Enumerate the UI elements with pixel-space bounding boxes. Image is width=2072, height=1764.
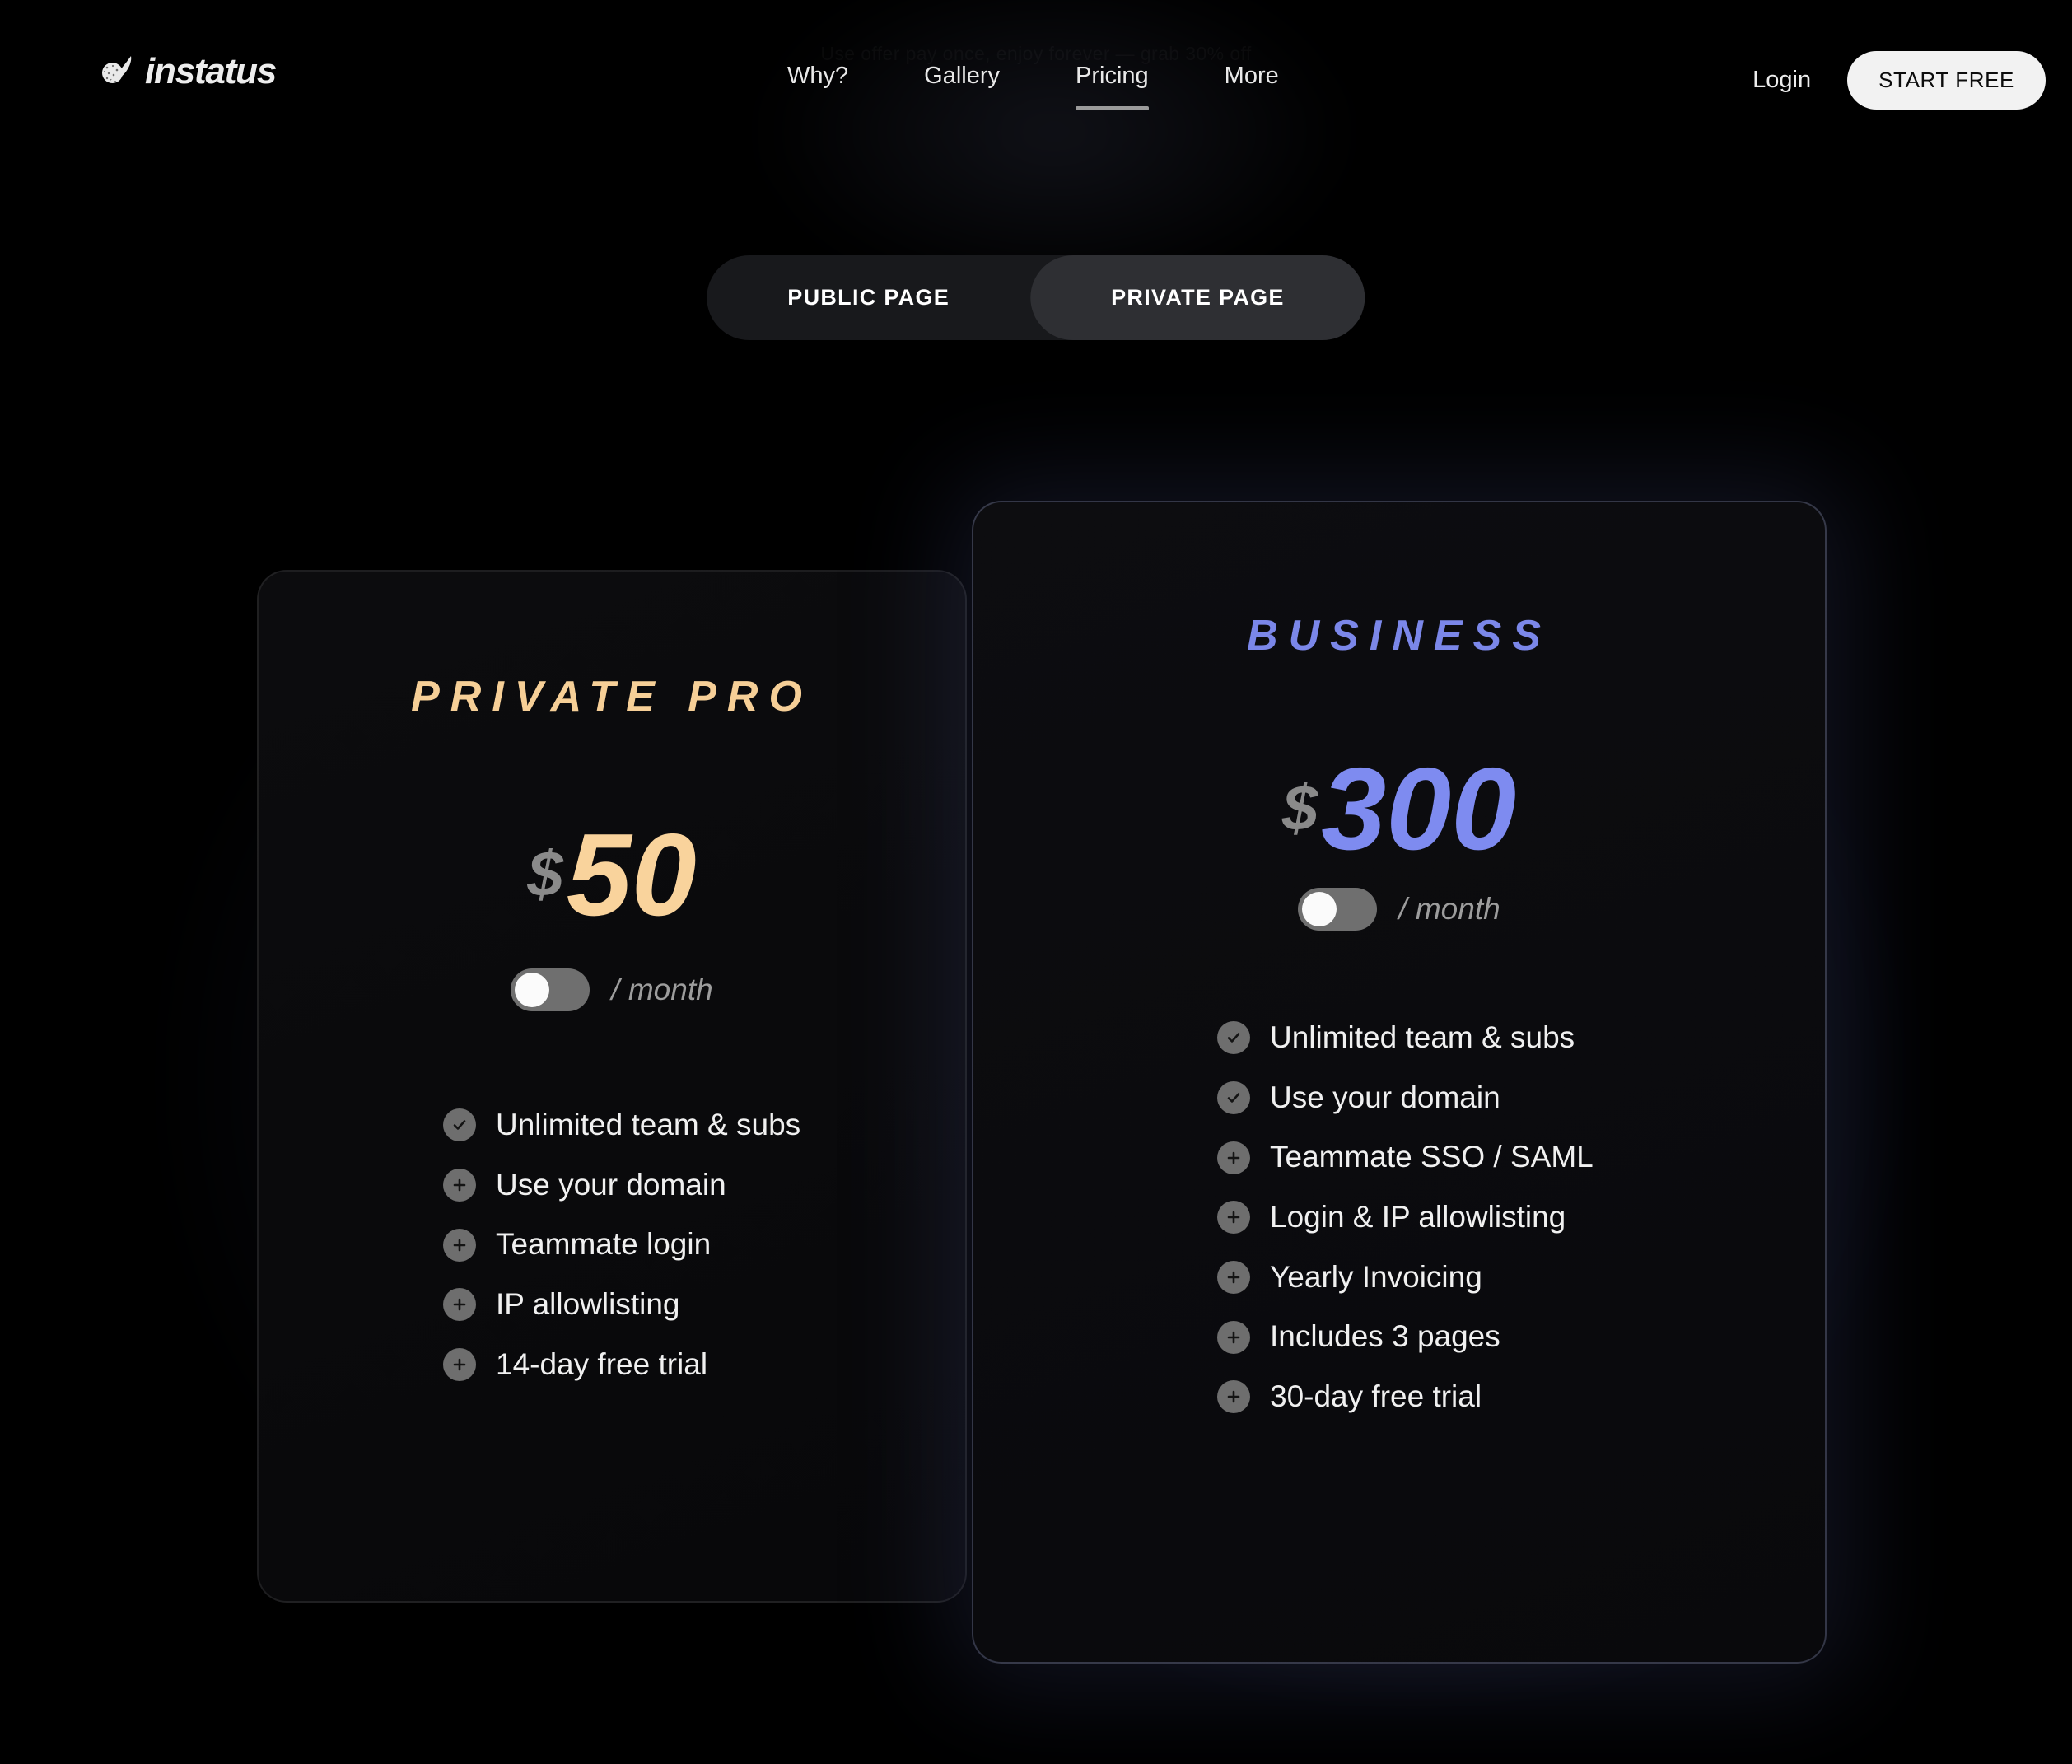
header-actions: Login START FREE [1744, 51, 2046, 110]
feature-label: 14-day free trial [496, 1346, 708, 1381]
list-item: Teammate SSO / SAML [1217, 1141, 1825, 1174]
feature-label: Login & IP allowlisting [1270, 1200, 1566, 1234]
plus-icon [1217, 1320, 1250, 1354]
check-icon [1217, 1081, 1250, 1115]
feature-list-private-pro: Unlimited team & subs Use your domain Te… [443, 1108, 965, 1382]
feature-label: Includes 3 pages [1270, 1319, 1500, 1354]
feature-label: 30-day free trial [1270, 1379, 1482, 1414]
list-item: 14-day free trial [443, 1346, 965, 1382]
check-icon [443, 1108, 476, 1142]
planet-ring-icon [102, 56, 132, 83]
nav-item-why[interactable]: Why? [766, 59, 870, 92]
feature-label: Unlimited team & subs [496, 1108, 801, 1141]
main-navigation: Why? Gallery Pricing More [766, 59, 1300, 110]
billing-period-label: / month [611, 973, 713, 1006]
currency-symbol: $ [527, 838, 563, 910]
feature-label: IP allowlisting [496, 1287, 680, 1322]
list-item: Yearly Invoicing [1217, 1259, 1825, 1295]
list-item: Login & IP allowlisting [1217, 1200, 1825, 1234]
plus-icon [1217, 1380, 1250, 1414]
list-item: IP allowlisting [443, 1287, 965, 1322]
nav-item-pricing[interactable]: Pricing [1054, 59, 1170, 110]
list-item: Unlimited team & subs [1217, 1020, 1825, 1055]
login-link[interactable]: Login [1744, 60, 1819, 100]
tab-public-page[interactable]: PUBLIC PAGE [707, 255, 1030, 340]
plus-icon [443, 1169, 476, 1202]
logo-wordmark: instatus [145, 51, 277, 91]
feature-label: Unlimited team & subs [1270, 1020, 1575, 1054]
price-private-pro: $ 50 [259, 817, 965, 934]
plus-icon [1217, 1201, 1250, 1234]
plus-icon [1217, 1141, 1250, 1174]
list-item: 30-day free trial [1217, 1379, 1825, 1414]
page-type-segmented-control: PUBLIC PAGE PRIVATE PAGE [707, 255, 1365, 340]
feature-label: Use your domain [496, 1167, 726, 1202]
billing-period-label: / month [1398, 892, 1500, 926]
tab-private-page[interactable]: PRIVATE PAGE [1030, 255, 1365, 340]
plus-icon [443, 1228, 476, 1262]
list-item: Use your domain [443, 1167, 965, 1202]
list-item: Teammate login [443, 1228, 965, 1262]
feature-label: Teammate login [496, 1227, 712, 1262]
price-amount: 300 [1321, 744, 1517, 875]
start-free-button[interactable]: START FREE [1847, 51, 2046, 110]
plus-icon [443, 1348, 476, 1382]
plan-title-private-pro: PRIVATE PRO [411, 673, 813, 721]
brand-logo[interactable]: instatus [97, 51, 277, 92]
feature-label: Teammate SSO / SAML [1270, 1140, 1594, 1174]
billing-period-row-private-pro: / month [259, 968, 965, 1011]
list-item: Unlimited team & subs [443, 1108, 965, 1142]
list-item: Use your domain [1217, 1080, 1825, 1115]
price-amount: 50 [566, 810, 697, 940]
billing-period-toggle[interactable] [511, 968, 590, 1011]
check-icon [1217, 1021, 1250, 1055]
price-business: $ 300 [973, 751, 1825, 868]
currency-symbol: $ [1281, 772, 1318, 844]
feature-label: Use your domain [1270, 1080, 1500, 1114]
nav-item-gallery[interactable]: Gallery [903, 59, 1021, 92]
feature-list-business: Unlimited team & subs Use your domain Te… [1217, 1020, 1825, 1414]
pricing-card-business[interactable]: BUSINESS $ 300 / month Unlimited team & … [972, 501, 1827, 1664]
toggle-knob [515, 973, 550, 1007]
pricing-card-private-pro[interactable]: PRIVATE PRO $ 50 / month Unlimited team … [257, 570, 967, 1603]
plan-title-business: BUSINESS [1247, 612, 1552, 660]
site-header: Use offer pay once, enjoy forever — grab… [0, 0, 2072, 156]
list-item: Includes 3 pages [1217, 1320, 1825, 1354]
nav-item-more[interactable]: More [1203, 59, 1300, 92]
feature-label: Yearly Invoicing [1270, 1259, 1482, 1294]
plus-icon [443, 1288, 476, 1322]
plus-icon [1217, 1261, 1250, 1295]
toggle-knob [1302, 892, 1337, 926]
billing-period-row-business: / month [973, 888, 1825, 931]
billing-period-toggle[interactable] [1298, 888, 1378, 931]
